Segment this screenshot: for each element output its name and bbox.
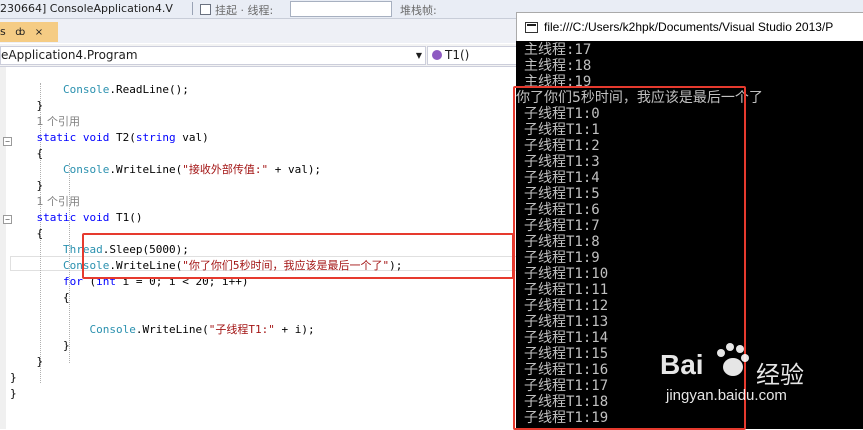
thread-combo[interactable] (290, 1, 392, 17)
tab-label: s (0, 25, 6, 38)
reference-count-link[interactable]: 1 个引用 (37, 195, 81, 208)
watermark-url: jingyan.baidu.com (666, 387, 787, 404)
code-line[interactable]: { (10, 290, 70, 306)
code-line[interactable]: Console.WriteLine("接收外部传值:" + val); (10, 162, 321, 178)
code-line[interactable]: } (10, 354, 44, 370)
console-titlebar[interactable]: file:///C:/Users/k2hpk/Documents/Visual … (516, 12, 863, 41)
code-token: + i); (274, 323, 315, 336)
code-token: .WriteLine( (135, 323, 209, 336)
close-icon[interactable]: × (35, 27, 43, 38)
code-highlight-box (82, 233, 514, 279)
code-line[interactable]: } (10, 386, 17, 402)
code-token: T2( (109, 131, 136, 144)
code-token: { (62, 291, 70, 304)
code-line[interactable]: } (10, 338, 70, 354)
keyword-token: static (36, 131, 77, 144)
code-token: } (36, 355, 44, 368)
watermark-logo-text2: 经验 (756, 362, 804, 389)
keyword-token: string (135, 131, 176, 144)
threads-label: 挂起 · 线程: (215, 4, 274, 17)
code-token: { (36, 227, 44, 240)
type-token: Console (89, 323, 136, 336)
type-token: Console (62, 83, 110, 96)
code-line[interactable]: Console.ReadLine(); (10, 82, 189, 98)
console-title: file:///C:/Users/k2hpk/Documents/Visual … (544, 20, 834, 34)
string-token: "子线程T1:" (208, 323, 275, 336)
process-combo[interactable]: 230664] ConsoleApplication4.V (0, 2, 190, 15)
reference-count-link[interactable]: 1 个引用 (37, 115, 81, 128)
chevron-down-icon: ▼ (415, 51, 422, 60)
code-token: .ReadLine(); (109, 83, 189, 96)
code-line[interactable]: static void T1() (10, 210, 143, 226)
code-token: T1() (109, 211, 143, 224)
keyword-token: static (36, 211, 77, 224)
method-icon (432, 50, 442, 60)
thread-icon[interactable] (200, 4, 211, 15)
code-token: } (36, 179, 44, 192)
code-line[interactable]: } (10, 370, 17, 386)
stack-frame-label: 堆栈帧: (400, 4, 437, 17)
console-output-line: 主线程:18 (524, 58, 592, 74)
code-line[interactable]: } (10, 178, 44, 194)
paw-icon (717, 343, 749, 376)
watermark-logo-text: Bai (660, 349, 704, 380)
code-token: } (10, 387, 17, 400)
pin-icon[interactable]: ȸ (15, 27, 25, 38)
keyword-token: void (82, 131, 110, 144)
code-line[interactable]: { (10, 226, 44, 242)
code-line[interactable]: 1 个引用 (10, 114, 81, 130)
toolbar-separator (192, 2, 193, 15)
code-line[interactable]: static void T2(string val) (10, 130, 209, 146)
type-token: Console (62, 163, 110, 176)
class-dropdown-value: eApplication4.Program (1, 48, 138, 62)
code-token: { (36, 147, 44, 160)
code-token: } (62, 339, 70, 352)
code-line[interactable]: Console.WriteLine("子线程T1:" + i); (10, 322, 315, 338)
method-dropdown[interactable]: T1() (427, 46, 517, 65)
code-token: val) (175, 131, 209, 144)
code-token: } (10, 371, 17, 384)
code-token: } (36, 99, 44, 112)
code-line[interactable]: { (10, 146, 44, 162)
method-dropdown-value: T1() (445, 48, 470, 62)
editor-tab-program[interactable]: s ȸ × (0, 22, 58, 42)
console-app-icon (525, 22, 538, 33)
keyword-token: void (82, 211, 110, 224)
string-token: "接收外部传值:" (182, 163, 269, 176)
code-token: + val); (268, 163, 322, 176)
code-token: .WriteLine( (109, 163, 183, 176)
class-dropdown[interactable]: eApplication4.Program ▼ (0, 46, 426, 65)
baidu-jingyan-watermark: Bai 经验 jingyan.baidu.com (660, 335, 860, 429)
console-output-line: 主线程:17 (524, 42, 592, 58)
code-line[interactable]: } (10, 98, 44, 114)
code-line[interactable]: 1 个引用 (10, 194, 81, 210)
editor-margin (0, 67, 6, 429)
keyword-token: for (62, 275, 83, 288)
